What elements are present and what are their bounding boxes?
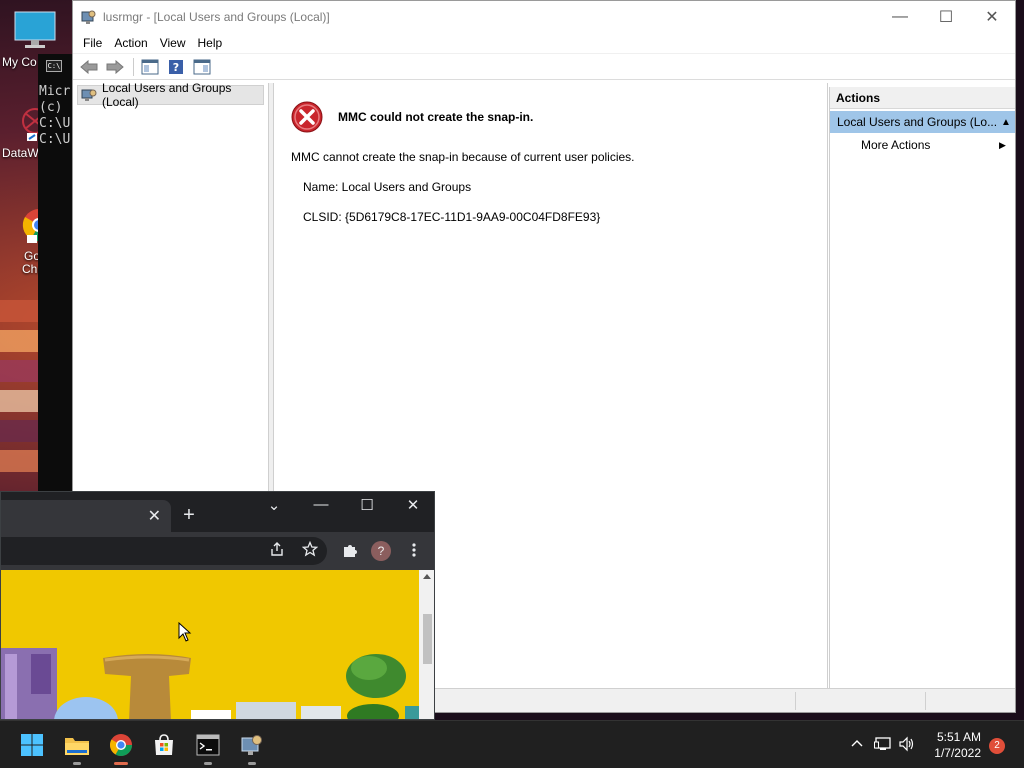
error-header: MMC could not create the snap-in. [291,101,533,133]
actions-header: Actions [830,87,1015,109]
new-tab-button[interactable]: + [179,504,199,527]
error-title: MMC could not create the snap-in. [338,110,534,124]
active-indicator [114,762,128,765]
extensions-icon[interactable] [340,542,360,562]
actions-group-label: Local Users and Groups (Lo... [837,115,997,129]
chrome-window[interactable]: ✕ + ⌄ — ☐ ✕ ? [0,491,435,720]
forward-arrow-icon [106,59,124,74]
tab-search-button[interactable]: ⌄ [254,496,294,514]
system-tray: 5:51 AM 1/7/2022 2 [824,721,1024,768]
help-icon: ? [169,59,183,74]
toolbar: ? [73,54,1015,80]
maximize-button[interactable]: ☐ [923,1,969,32]
submenu-arrow-icon: ▶ [999,139,1006,150]
show-hide-console-tree-button[interactable] [138,56,162,78]
tree-node-local-users-groups[interactable]: Local Users and Groups (Local) [77,81,264,109]
menu-view[interactable]: View [154,36,192,50]
scroll-up-arrow-icon[interactable] [423,574,431,579]
minimize-button[interactable]: — [877,1,923,32]
error-icon [291,101,323,133]
back-button[interactable] [77,56,101,78]
toolbar-separator [133,57,134,76]
mmc-icon [241,735,262,755]
running-indicator [73,762,81,765]
window-title: lusrmgr - [Local Users and Groups (Local… [103,9,330,24]
page-illustration [1,648,419,719]
taskbar-mmc[interactable] [236,729,268,765]
more-actions-item[interactable]: More Actions ▶ [830,133,1015,157]
taskbar-command-prompt[interactable] [192,729,224,765]
vertical-scrollbar[interactable] [419,570,434,719]
scrollbar-thumb[interactable] [423,614,432,664]
status-cell [795,692,925,710]
actions-group-local-users[interactable]: Local Users and Groups (Lo... ▲ [830,111,1015,133]
minimize-button[interactable]: — [301,496,341,513]
share-icon[interactable] [267,541,287,561]
clock[interactable]: 5:51 AM 1/7/2022 [934,729,981,761]
show-hide-action-pane-button[interactable] [190,56,214,78]
mouse-cursor-icon [178,621,192,645]
menu-file[interactable]: File [77,36,108,50]
taskbar: 5:51 AM 1/7/2022 2 [0,720,1024,768]
forward-button[interactable] [103,56,127,78]
help-button[interactable]: ? [164,56,188,78]
menu-kebab-icon[interactable] [404,542,424,562]
maximize-button[interactable]: ☐ [347,496,387,514]
back-arrow-icon [80,59,98,74]
more-actions-label: More Actions [861,138,931,152]
address-bar-row: ? [1,532,434,570]
title-bar[interactable]: lusrmgr - [Local Users and Groups (Local… [73,1,1015,32]
volume-icon[interactable] [898,736,916,755]
menu-bar: File Action View Help [73,32,1015,54]
status-cell [925,692,1015,710]
taskbar-chrome[interactable] [105,729,137,765]
collapse-up-icon: ▲ [1001,116,1011,128]
clock-time: 5:51 AM [936,730,981,744]
omnibox[interactable] [1,537,327,565]
tree-node-label: Local Users and Groups (Local) [102,81,232,109]
computer-icon [0,10,70,53]
tab-strip: ✕ + ⌄ — ☐ ✕ [1,492,434,532]
show-hide-console-tree-icon [141,59,159,74]
file-explorer-icon [65,738,89,755]
users-groups-icon [81,88,97,102]
browser-tab[interactable]: ✕ [1,500,171,532]
error-snapin-name: Name: Local Users and Groups [303,180,472,194]
tab-close-icon[interactable]: ✕ [148,506,161,526]
taskbar-file-explorer[interactable] [61,729,93,765]
chrome-icon [110,734,132,756]
clock-date: 1/7/2022 [934,746,981,760]
command-prompt-icon [196,734,220,756]
close-button[interactable]: ✕ [393,496,433,514]
running-indicator [204,762,212,765]
show-hidden-icons-chevron-icon[interactable] [850,736,864,753]
start-button[interactable] [16,729,48,761]
start-icon [21,734,43,756]
show-hide-action-pane-icon [193,59,211,74]
notification-badge[interactable]: 2 [989,738,1005,754]
mmc-app-icon [81,9,97,25]
menu-help[interactable]: Help [192,36,229,50]
command-prompt-icon: C:\ [46,60,62,72]
running-indicator [248,762,256,765]
profile-avatar[interactable]: ? [371,541,391,561]
web-page-content[interactable] [1,570,419,719]
error-clsid: CLSID: {5D6179C8-17EC-11D1-9AA9-00C04FD8… [303,210,601,224]
svg-text:?: ? [173,61,179,74]
close-button[interactable]: ✕ [969,1,1015,32]
error-message: MMC cannot create the snap-in because of… [291,150,635,164]
network-icon[interactable] [874,736,892,755]
taskbar-microsoft-store[interactable] [148,729,180,761]
bookmark-star-icon[interactable] [300,540,320,561]
menu-action[interactable]: Action [108,36,153,50]
actions-pane: Actions Local Users and Groups (Lo... ▲ … [829,87,1015,688]
microsoft-store-icon [155,734,173,755]
